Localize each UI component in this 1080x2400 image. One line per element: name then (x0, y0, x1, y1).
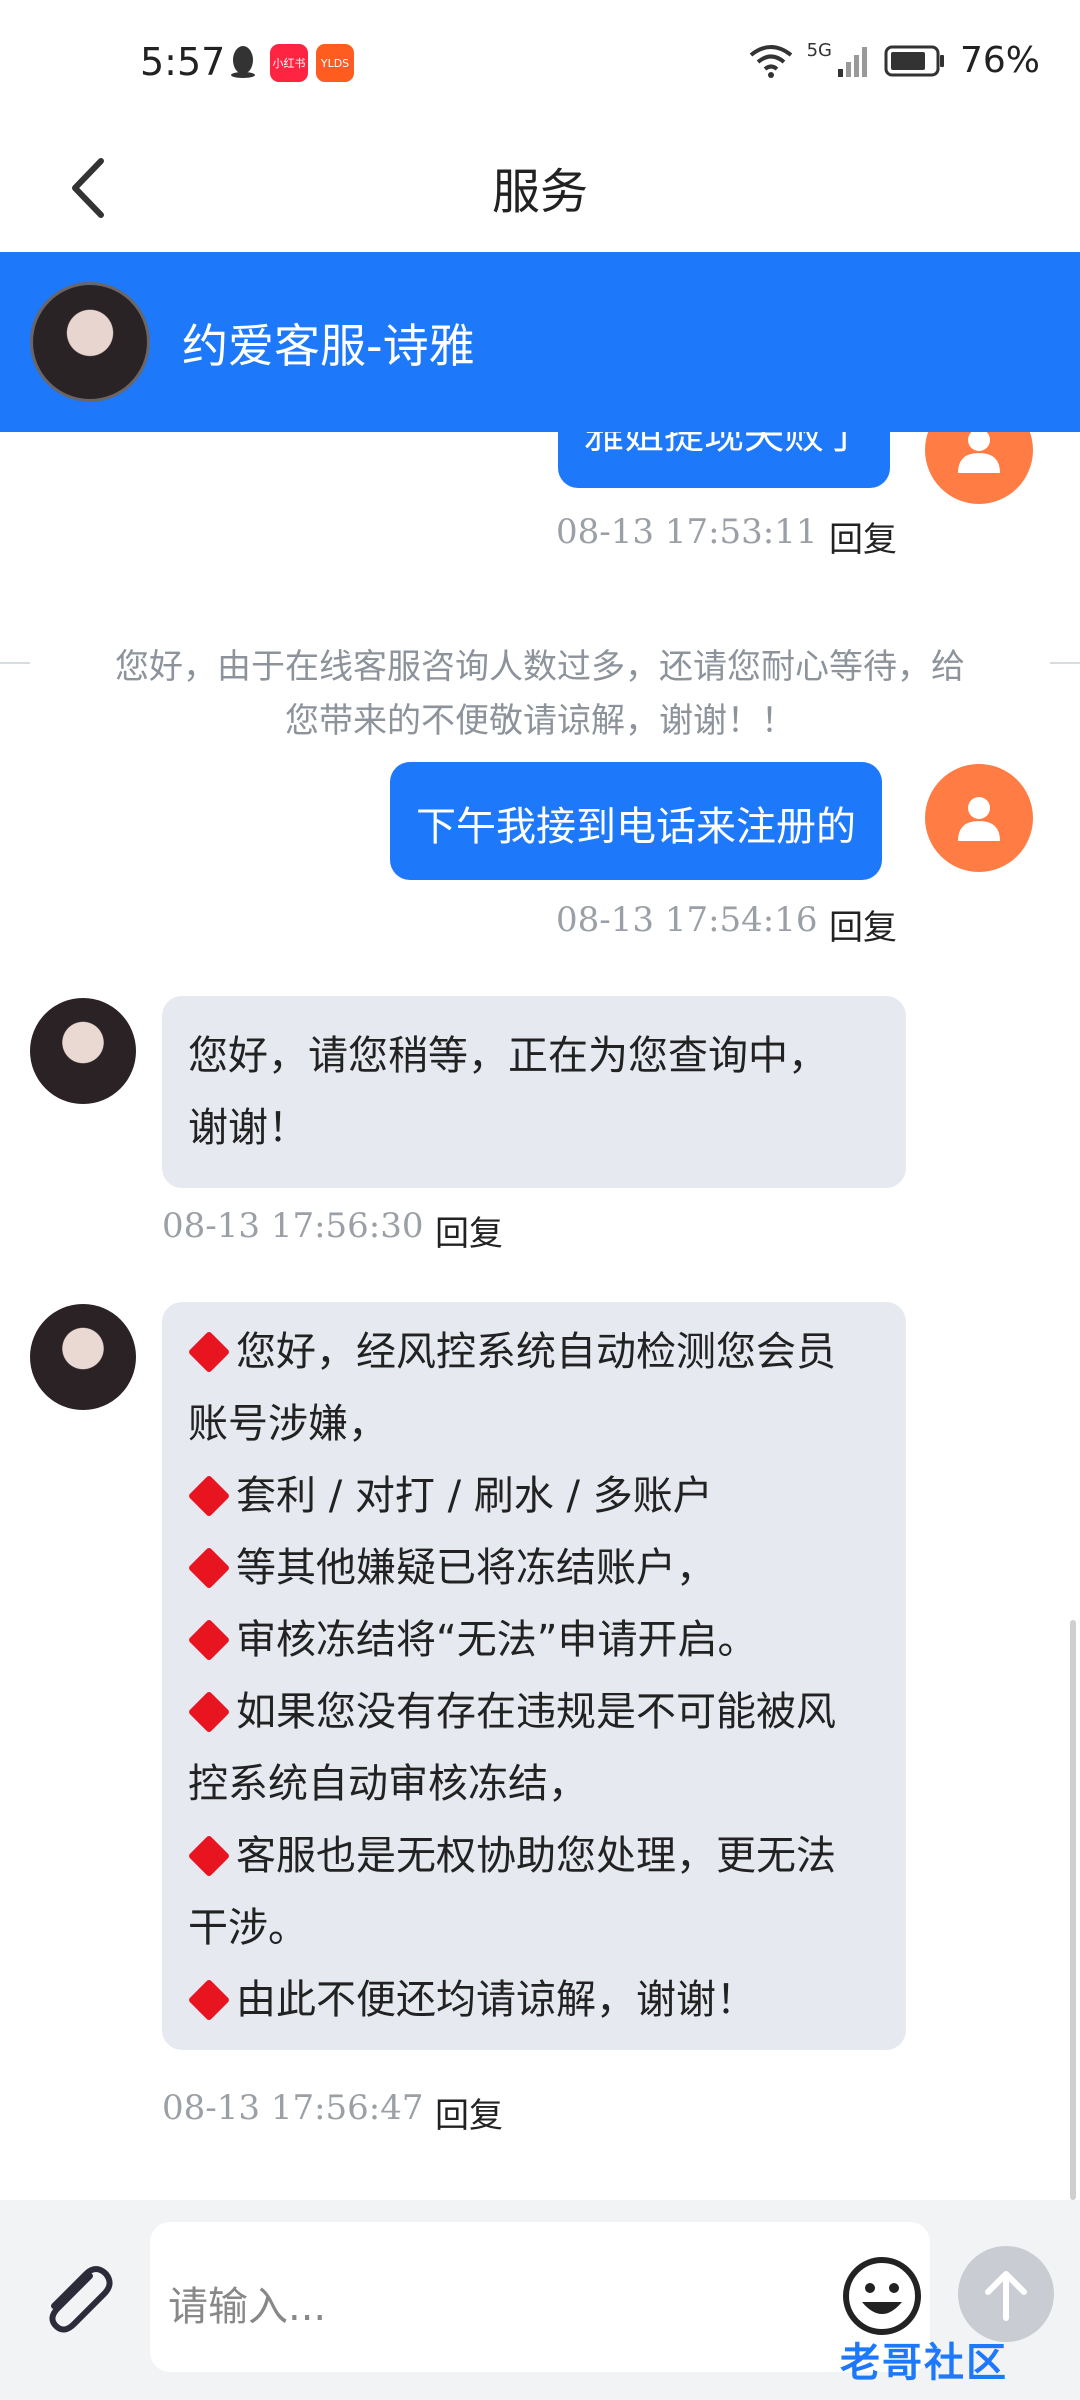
message-timestamp: 08-13 17:53:11 (556, 512, 818, 552)
agent-avatar (30, 1304, 136, 1410)
agent-message-bubble: 您好，经风控系统自动检测您会员 账号涉嫌， 套利 / 对打 / 刷水 / 多账户… (162, 1302, 906, 2050)
message-line: 审核冻结将“无法”申请开启。 (187, 1604, 880, 1676)
wifi-icon (749, 44, 792, 78)
notice-line: 您好，由于在线客服咨询人数过多，还请您耐心等待，给 (115, 647, 965, 687)
red-diamond-icon (187, 1474, 231, 1518)
message-timestamp: 08-13 17:54:16 (556, 900, 818, 940)
message-text: 雅姐提现失败了 (584, 432, 864, 458)
message-line-text: 等其他嫌疑已将冻结账户， (236, 1545, 716, 1591)
message-line: 等其他嫌疑已将冻结账户， (187, 1532, 880, 1604)
message-line-text: 套利 / 对打 / 刷水 / 多账户 (236, 1473, 713, 1519)
reply-button[interactable]: 回复 (829, 900, 897, 949)
message-line: 您好，请您稍等，正在为您查询中， (188, 1033, 828, 1079)
reply-button[interactable]: 回复 (829, 512, 897, 561)
message-line: 账号涉嫌， (188, 1401, 388, 1447)
user-avatar (925, 764, 1033, 872)
message-line-text: 如果您没有存在违规是不可能被风 (236, 1689, 836, 1735)
status-indicators: 5G 76% (749, 40, 1040, 81)
message-line: 谢谢！ (188, 1105, 308, 1151)
page-title: 服务 (491, 164, 588, 220)
input-placeholder: 请输入... (168, 2284, 327, 2330)
message-text: 下午我接到电话来注册的 (416, 804, 856, 850)
chat-scrollbar[interactable] (1070, 1620, 1076, 2200)
red-diamond-icon (187, 1834, 231, 1878)
title-bar: 服务 (0, 130, 1080, 252)
status-bar: 5:57 小红书 YLDS 5G 76% (0, 0, 1080, 130)
emoji-button-icon[interactable] (840, 2254, 924, 2338)
arrow-up-icon (985, 2271, 1027, 2321)
send-button[interactable] (958, 2246, 1054, 2342)
xiaohongshu-app-icon: 小红书 (270, 44, 308, 82)
red-diamond-icon (187, 1546, 231, 1590)
message-timestamp: 08-13 17:56:30 (162, 1206, 424, 1246)
battery-percent: 76% (959, 40, 1040, 81)
reply-button[interactable]: 回复 (435, 2088, 503, 2137)
notification-app-icon: YLDS (316, 44, 354, 82)
system-notice: 您好，由于在线客服咨询人数过多，还请您耐心等待，给 您带来的不便敬请谅解，谢谢！… (0, 640, 1080, 748)
message-line-text: 您好，经风控系统自动检测您会员 (236, 1329, 836, 1375)
notice-line: 您带来的不便敬请谅解，谢谢！！ (285, 701, 795, 741)
qq-penguin-icon (231, 46, 255, 78)
red-diamond-icon (187, 1978, 231, 2022)
agent-avatar (30, 998, 136, 1104)
agent-header: 约爱客服-诗雅 (0, 252, 1080, 432)
message-line: 由此不便还均请谅解，谢谢！ (187, 1964, 880, 2036)
watermark-logo: 老哥社区 (840, 2340, 1008, 2386)
user-message-bubble: 下午我接到电话来注册的 (390, 762, 882, 880)
message-line: 套利 / 对打 / 刷水 / 多账户 (187, 1460, 880, 1532)
message-line: 如果您没有存在违规是不可能被风 (187, 1676, 880, 1748)
chat-messages[interactable]: 雅姐提现失败了 08-13 17:53:11 回复 您好，由于在线客服咨询人数过… (0, 432, 1080, 2200)
paperclip-icon (49, 2266, 113, 2333)
red-diamond-icon (187, 1618, 231, 1662)
network-type: 5G (806, 40, 832, 61)
message-line-text: 由此不便还均请谅解，谢谢！ (236, 1977, 756, 2023)
agent-avatar (30, 282, 150, 402)
user-avatar (925, 432, 1033, 504)
attach-button[interactable] (34, 2256, 120, 2342)
message-line-text: 审核冻结将“无法”申请开启。 (236, 1617, 758, 1663)
message-input[interactable]: 请输入... (150, 2222, 930, 2372)
message-line: 客服也是无权协助您处理，更无法 (187, 1820, 880, 1892)
user-message-bubble: 雅姐提现失败了 (558, 432, 890, 488)
red-diamond-icon (187, 1690, 231, 1734)
agent-message-bubble: 您好，请您稍等，正在为您查询中， 谢谢！ (162, 996, 906, 1188)
message-line: 干涉。 (188, 1905, 308, 1951)
signal-icon (837, 46, 867, 77)
reply-button[interactable]: 回复 (435, 1206, 503, 1255)
message-line: 控系统自动审核冻结， (188, 1761, 588, 1807)
red-diamond-icon (187, 1330, 231, 1374)
message-line-text: 客服也是无权协助您处理，更无法 (236, 1833, 836, 1879)
battery-icon (884, 45, 944, 76)
user-icon (958, 797, 1000, 841)
agent-name: 约爱客服-诗雅 (182, 319, 475, 373)
user-icon (958, 432, 1000, 473)
message-line: 您好，经风控系统自动检测您会员 (187, 1316, 880, 1388)
message-timestamp: 08-13 17:56:47 (162, 2088, 424, 2128)
status-time: 5:57 (140, 40, 226, 84)
